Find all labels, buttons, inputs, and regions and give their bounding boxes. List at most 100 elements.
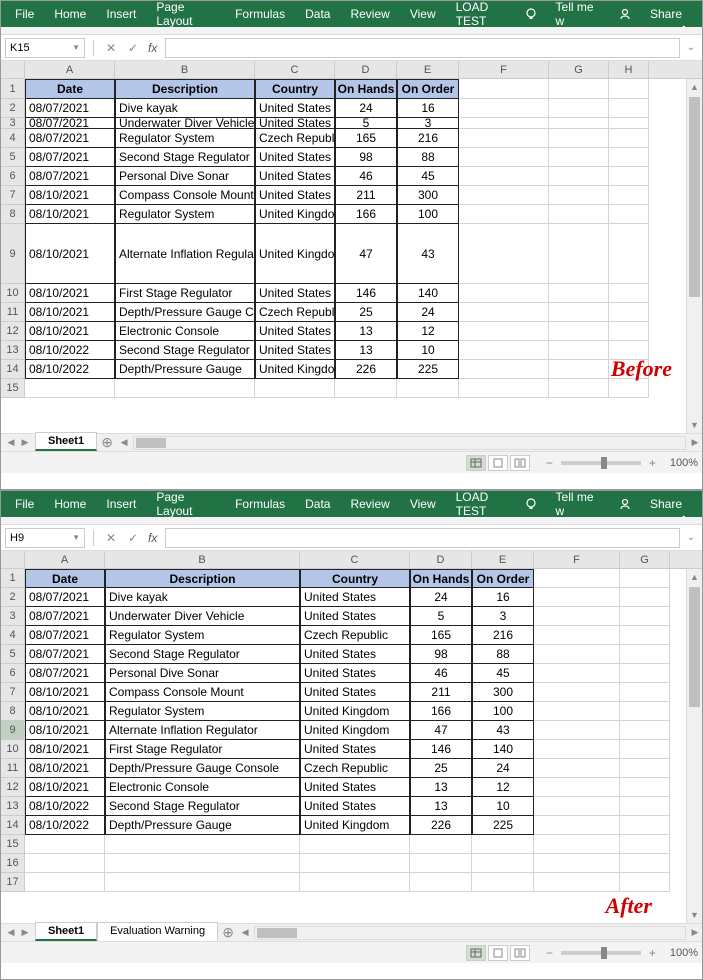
cell-B14[interactable]: Depth/Pressure Gauge bbox=[105, 816, 300, 835]
cell-F5[interactable] bbox=[459, 148, 549, 167]
cell-A12[interactable]: 08/10/2021 bbox=[25, 322, 115, 341]
cell-B16[interactable] bbox=[105, 854, 300, 873]
cell-A1[interactable]: Date bbox=[25, 79, 115, 99]
cell-G8[interactable] bbox=[620, 702, 670, 721]
cell-D7[interactable]: 211 bbox=[335, 186, 397, 205]
cell-A11[interactable]: 08/10/2021 bbox=[25, 303, 115, 322]
row-header-3[interactable]: 3 bbox=[1, 118, 25, 129]
fx-icon[interactable]: fx bbox=[148, 41, 157, 55]
cell-B12[interactable]: Electronic Console bbox=[105, 778, 300, 797]
page-break-view-button[interactable] bbox=[510, 455, 530, 471]
column-header-G[interactable]: G bbox=[549, 61, 609, 78]
cell-C13[interactable]: United States bbox=[255, 341, 335, 360]
name-box[interactable]: H9 ▼ bbox=[5, 528, 85, 548]
cell-B4[interactable]: Regulator System bbox=[115, 129, 255, 148]
page-break-view-button[interactable] bbox=[510, 945, 530, 961]
cell-G2[interactable] bbox=[620, 588, 670, 607]
row-header-6[interactable]: 6 bbox=[1, 664, 25, 683]
cell-B6[interactable]: Personal Dive Sonar bbox=[115, 167, 255, 186]
cell-D12[interactable]: 13 bbox=[410, 778, 472, 797]
chevron-down-icon[interactable]: ▼ bbox=[72, 43, 80, 52]
cell-E9[interactable]: 43 bbox=[397, 224, 459, 284]
cell-D13[interactable]: 13 bbox=[335, 341, 397, 360]
lightbulb-icon[interactable] bbox=[524, 497, 538, 511]
select-all-corner[interactable] bbox=[1, 61, 25, 78]
cell-E8[interactable]: 100 bbox=[397, 205, 459, 224]
cell-F4[interactable] bbox=[459, 129, 549, 148]
ribbon-tab-view[interactable]: View bbox=[400, 491, 446, 517]
sheet-nav-prev-icon[interactable]: ◀ bbox=[5, 927, 17, 938]
cell-F15[interactable] bbox=[459, 379, 549, 398]
add-sheet-button[interactable]: ⊕ bbox=[218, 924, 238, 941]
cell-B9[interactable]: Alternate Inflation Regulator bbox=[105, 721, 300, 740]
zoom-out-button[interactable]: − bbox=[542, 946, 557, 960]
cell-F4[interactable] bbox=[534, 626, 620, 645]
cell-H11[interactable] bbox=[609, 303, 649, 322]
cell-F3[interactable] bbox=[459, 118, 549, 129]
cell-E9[interactable]: 43 bbox=[472, 721, 534, 740]
row-header-12[interactable]: 12 bbox=[1, 778, 25, 797]
cell-C12[interactable]: United States bbox=[300, 778, 410, 797]
cell-C16[interactable] bbox=[300, 854, 410, 873]
cell-C2[interactable]: United States bbox=[300, 588, 410, 607]
column-header-A[interactable]: A bbox=[25, 61, 115, 78]
cell-C8[interactable]: United Kingdom bbox=[300, 702, 410, 721]
cell-G9[interactable] bbox=[549, 224, 609, 284]
cell-D14[interactable]: 226 bbox=[410, 816, 472, 835]
spreadsheet-grid[interactable]: ABCDEFGH 1DateDescriptionCountryOn Hands… bbox=[1, 61, 702, 433]
cell-F7[interactable] bbox=[459, 186, 549, 205]
row-header-11[interactable]: 11 bbox=[1, 303, 25, 322]
ribbon-tab-file[interactable]: File bbox=[5, 491, 44, 517]
cell-B14[interactable]: Depth/Pressure Gauge bbox=[115, 360, 255, 379]
cell-H2[interactable] bbox=[609, 99, 649, 118]
scroll-up-icon[interactable]: ▲ bbox=[687, 79, 702, 95]
cell-E12[interactable]: 12 bbox=[397, 322, 459, 341]
cell-A15[interactable] bbox=[25, 835, 105, 854]
cell-C3[interactable]: United States bbox=[300, 607, 410, 626]
cell-D9[interactable]: 47 bbox=[410, 721, 472, 740]
cell-E3[interactable]: 3 bbox=[397, 118, 459, 129]
page-layout-view-button[interactable] bbox=[488, 455, 508, 471]
scroll-thumb[interactable] bbox=[689, 97, 700, 297]
cell-A12[interactable]: 08/10/2021 bbox=[25, 778, 105, 797]
cell-H5[interactable] bbox=[609, 148, 649, 167]
cell-F5[interactable] bbox=[534, 645, 620, 664]
row-header-12[interactable]: 12 bbox=[1, 322, 25, 341]
tell-me[interactable]: Tell me w bbox=[546, 491, 610, 517]
cell-C10[interactable]: United States bbox=[255, 284, 335, 303]
cell-E17[interactable] bbox=[472, 873, 534, 892]
cell-B15[interactable] bbox=[105, 835, 300, 854]
cell-D16[interactable] bbox=[410, 854, 472, 873]
cell-B1[interactable]: Description bbox=[115, 79, 255, 99]
scroll-left-icon[interactable]: ◀ bbox=[238, 927, 252, 938]
cell-A4[interactable]: 08/07/2021 bbox=[25, 129, 115, 148]
cell-C14[interactable]: United Kingdom bbox=[255, 360, 335, 379]
scroll-down-icon[interactable]: ▼ bbox=[687, 907, 702, 923]
cell-D9[interactable]: 47 bbox=[335, 224, 397, 284]
cell-D12[interactable]: 13 bbox=[335, 322, 397, 341]
cell-D4[interactable]: 165 bbox=[410, 626, 472, 645]
cell-E15[interactable] bbox=[472, 835, 534, 854]
lightbulb-icon[interactable] bbox=[524, 7, 538, 21]
chevron-down-icon[interactable]: ▼ bbox=[72, 533, 80, 542]
cell-B2[interactable]: Dive kayak bbox=[105, 588, 300, 607]
ribbon-collapse-icon[interactable]: ⌃ bbox=[674, 25, 694, 36]
add-sheet-button[interactable]: ⊕ bbox=[97, 434, 117, 451]
horizontal-scrollbar[interactable] bbox=[254, 926, 686, 940]
cell-C15[interactable] bbox=[255, 379, 335, 398]
cell-E10[interactable]: 140 bbox=[472, 740, 534, 759]
row-header-1[interactable]: 1 bbox=[1, 569, 25, 588]
cell-A11[interactable]: 08/10/2021 bbox=[25, 759, 105, 778]
cell-E4[interactable]: 216 bbox=[397, 129, 459, 148]
cell-D2[interactable]: 24 bbox=[335, 99, 397, 118]
cell-G13[interactable] bbox=[549, 341, 609, 360]
column-header-E[interactable]: E bbox=[472, 551, 534, 568]
column-header-C[interactable]: C bbox=[255, 61, 335, 78]
cell-C7[interactable]: United States bbox=[300, 683, 410, 702]
cell-B11[interactable]: Depth/Pressure Gauge Console bbox=[105, 759, 300, 778]
cell-F11[interactable] bbox=[459, 303, 549, 322]
column-header-C[interactable]: C bbox=[300, 551, 410, 568]
cell-F15[interactable] bbox=[534, 835, 620, 854]
cell-D6[interactable]: 46 bbox=[335, 167, 397, 186]
cell-G14[interactable] bbox=[620, 816, 670, 835]
